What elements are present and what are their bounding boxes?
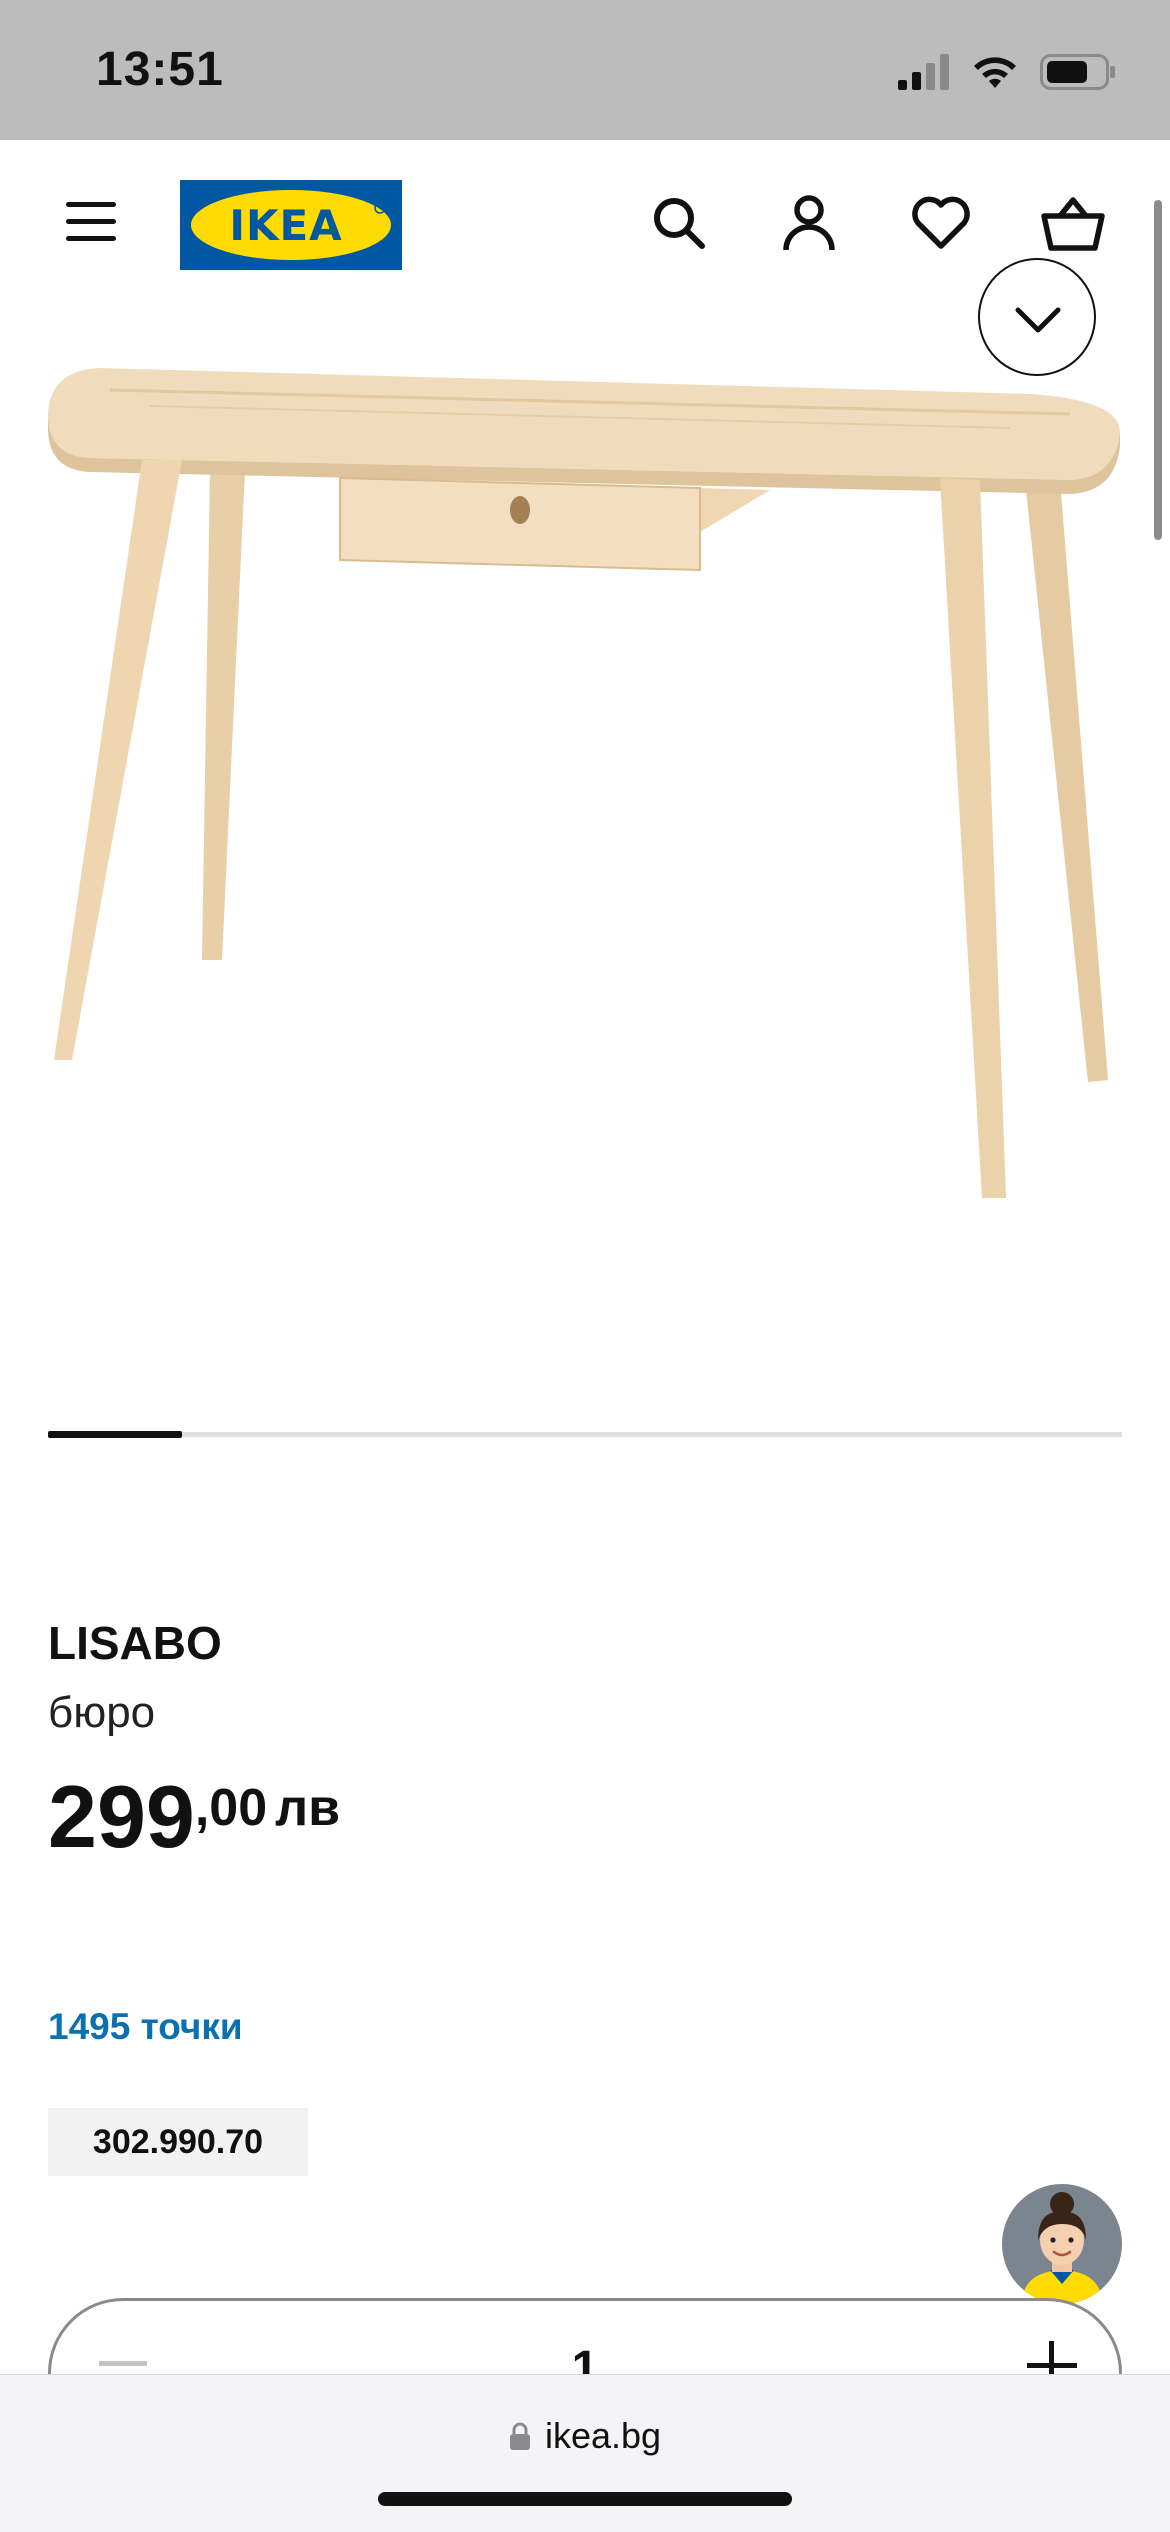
- search-icon[interactable]: [646, 190, 712, 256]
- product-name: LISABO: [48, 1617, 222, 1669]
- carousel-progress-thumb: [48, 1431, 183, 1438]
- chevron-down-icon: [1015, 307, 1061, 333]
- status-bar: 13:51: [0, 0, 1170, 140]
- status-icons: [898, 50, 1116, 94]
- account-icon[interactable]: [776, 190, 842, 256]
- article-number: 302.990.70: [48, 2108, 308, 2176]
- image-carousel-progress: [48, 1431, 1122, 1438]
- status-time: 13:51: [96, 43, 224, 96]
- ikea-logo-text: IKEA: [229, 201, 342, 250]
- wifi-icon: [974, 57, 1016, 88]
- cellular-signal-icon: [898, 54, 949, 90]
- product-image[interactable]: [30, 310, 1140, 1240]
- product-price: 299 ,00 лв: [48, 1770, 340, 1864]
- heart-icon[interactable]: [908, 190, 974, 256]
- url-field[interactable]: ikea.bg: [0, 2415, 1170, 2457]
- price-currency: лв: [275, 1779, 341, 1837]
- save-to-list-button[interactable]: [978, 258, 1096, 376]
- screen: 13:51 IKEA LISABO бюро 299 ,00 лв 1495 т…: [0, 0, 1170, 2532]
- chat-assistant-avatar[interactable]: [1002, 2184, 1122, 2304]
- battery-icon: [1040, 54, 1115, 90]
- home-indicator[interactable]: [378, 2492, 792, 2506]
- product-description: бюро: [48, 1688, 156, 1737]
- shopping-basket-icon[interactable]: [1040, 190, 1106, 256]
- menu-icon[interactable]: [66, 202, 124, 248]
- browser-address-bar[interactable]: ikea.bg: [0, 2374, 1170, 2532]
- price-integer: 299: [48, 1767, 195, 1866]
- lock-icon: [509, 2422, 530, 2450]
- ikea-logo[interactable]: IKEA: [180, 180, 402, 270]
- price-decimal: ,00: [194, 1779, 268, 1837]
- page-scrollbar[interactable]: [1154, 200, 1162, 540]
- family-points-link[interactable]: 1495 точки: [48, 2006, 243, 2048]
- url-text: ikea.bg: [544, 2415, 662, 2456]
